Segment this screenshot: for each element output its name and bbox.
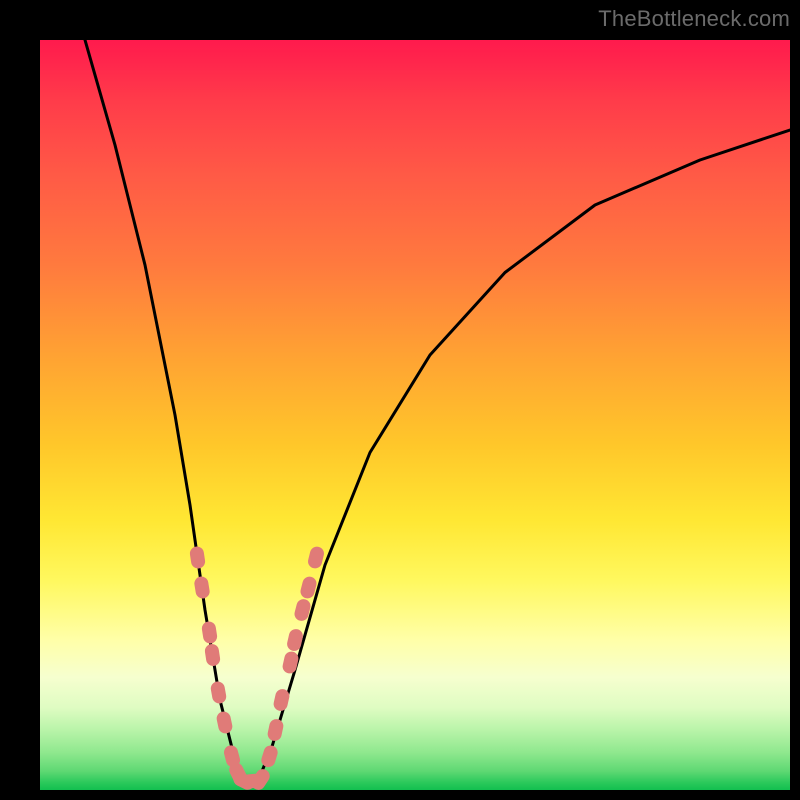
marker-point bbox=[307, 545, 326, 570]
series-right-curve bbox=[258, 130, 791, 783]
marker-point bbox=[266, 718, 284, 742]
watermark-text: TheBottleneck.com bbox=[598, 6, 790, 32]
marker-point bbox=[201, 621, 218, 645]
marker-point bbox=[189, 546, 206, 570]
curve-layer bbox=[85, 40, 790, 783]
marker-point bbox=[260, 744, 280, 769]
marker-point bbox=[210, 680, 228, 704]
marker-point bbox=[215, 710, 233, 734]
plot-area bbox=[40, 40, 790, 790]
marker-point bbox=[204, 643, 221, 667]
outer-frame: TheBottleneck.com bbox=[0, 0, 800, 800]
series-left-curve bbox=[85, 40, 243, 783]
marker-layer bbox=[189, 545, 326, 790]
marker-point bbox=[193, 576, 210, 600]
marker-point bbox=[281, 650, 299, 675]
chart-svg bbox=[40, 40, 790, 790]
